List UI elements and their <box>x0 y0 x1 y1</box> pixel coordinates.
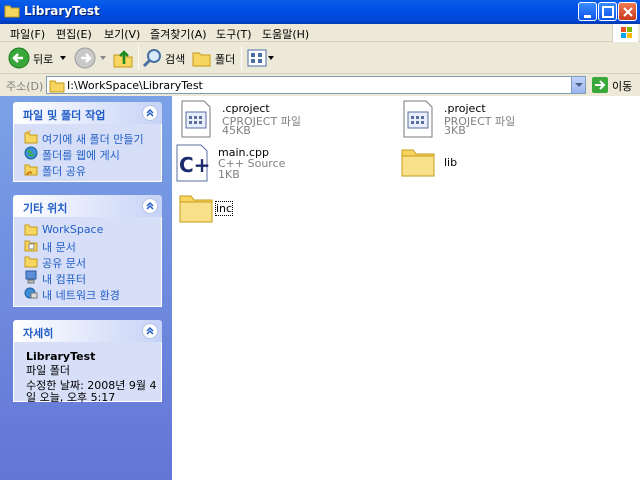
forward-button[interactable] <box>74 47 108 69</box>
generic-file-icon <box>403 100 433 138</box>
globe-icon <box>24 146 38 160</box>
go-arrow-icon <box>592 77 608 93</box>
network-icon <box>24 287 38 299</box>
computer-icon <box>25 270 37 284</box>
chevron-down-icon <box>268 56 274 60</box>
details-header[interactable]: 자세히 <box>13 320 162 342</box>
menu-edit[interactable]: 편집(E) <box>56 26 92 42</box>
detail-type: 파일 폴더 <box>26 364 70 377</box>
other-places-header[interactable]: 기타 위치 <box>13 195 162 217</box>
file-folder-tasks-header[interactable]: 파일 및 폴더 작업 <box>13 102 162 124</box>
file-list: .cproject CPROJECT 파일 45KB .project PROJ… <box>172 96 640 480</box>
file-item-cproject[interactable]: .cproject CPROJECT 파일 45KB <box>178 100 348 140</box>
search-button[interactable]: 검색 <box>142 47 186 69</box>
views-button[interactable] <box>247 47 275 69</box>
svg-text:C+: C+ <box>179 153 210 177</box>
folder-icon <box>4 5 20 18</box>
collapse-chevron-icon <box>146 201 154 210</box>
views-icon <box>247 49 267 67</box>
cpp-source-icon: C+ <box>176 144 210 182</box>
file-item-main-cpp[interactable]: C+ main.cpp C++ Source 1KB <box>174 144 344 184</box>
folder-icon <box>24 224 38 236</box>
toolbar-separator <box>138 46 139 70</box>
share-folder-icon <box>24 164 38 176</box>
menu-help[interactable]: 도움말(H) <box>262 26 309 42</box>
folder-icon <box>179 195 213 223</box>
collapse-chevron-icon <box>146 326 154 335</box>
menu-tools[interactable]: 도구(T) <box>216 26 252 42</box>
toolbar-separator <box>241 46 242 70</box>
search-icon <box>142 49 161 68</box>
collapse-button[interactable] <box>142 105 158 121</box>
minimize-button[interactable] <box>578 2 597 21</box>
folder-item-lib[interactable]: lib <box>400 144 570 184</box>
explorer-window: LibraryTest 파일(F) 편집(E) 보기(V) 즐겨찾기(A) 도구… <box>0 0 640 480</box>
menu-bar: 파일(F) 편집(E) 보기(V) 즐겨찾기(A) 도구(T) 도움말(H) <box>0 24 640 42</box>
task-pane: 파일 및 폴더 작업 여기에 새 폴더 만들기 폴더를 웹에 게시 폴더 공유 <box>0 96 172 480</box>
shared-folder-icon <box>24 256 38 268</box>
minimize-icon <box>584 15 591 18</box>
other-places-panel: 기타 위치 WorkSpace 내 문서 공유 문서 내 컴퓨터 내 네트워크 … <box>13 195 162 307</box>
address-bar: 주소(D) I:\WorkSpace\LibraryTest 이동 <box>0 74 640 96</box>
chevron-down-icon <box>575 83 583 87</box>
collapse-button[interactable] <box>142 323 158 339</box>
forward-arrow-icon <box>74 47 96 69</box>
go-button[interactable]: 이동 <box>592 77 636 93</box>
folder-icon <box>401 149 435 177</box>
toolbar: 뒤로 검색 폴더 <box>0 42 640 74</box>
new-folder-icon <box>24 130 38 144</box>
address-dropdown-button[interactable] <box>571 77 585 93</box>
file-item-project[interactable]: .project PROJECT 파일 3KB <box>400 100 570 140</box>
my-documents-icon <box>24 240 38 252</box>
back-arrow-icon <box>8 47 30 69</box>
folder-item-inc[interactable]: inc <box>178 190 348 230</box>
folders-button[interactable]: 폴더 <box>192 47 238 69</box>
generic-file-icon <box>181 100 211 138</box>
windows-logo-icon <box>612 24 638 42</box>
close-button[interactable] <box>618 2 637 21</box>
back-button[interactable]: 뒤로 <box>8 47 70 69</box>
collapse-button[interactable] <box>142 198 158 214</box>
up-folder-button[interactable] <box>112 47 136 69</box>
up-folder-icon <box>113 50 133 68</box>
chevron-down-icon <box>100 56 106 60</box>
maximize-icon <box>602 6 614 18</box>
menu-favorites[interactable]: 즐겨찾기(A) <box>150 26 207 42</box>
address-input[interactable]: I:\WorkSpace\LibraryTest <box>46 76 586 94</box>
collapse-chevron-icon <box>146 108 154 117</box>
folders-icon <box>192 52 211 67</box>
maximize-button[interactable] <box>598 2 617 21</box>
menu-file[interactable]: 파일(F) <box>10 26 45 42</box>
folder-icon <box>49 80 65 93</box>
window-title: LibraryTest <box>24 4 100 18</box>
address-label: 주소(D) <box>6 80 44 93</box>
close-icon <box>623 7 633 17</box>
chevron-down-icon <box>60 56 66 60</box>
menu-view[interactable]: 보기(V) <box>104 26 140 42</box>
details-panel: 자세히 LibraryTest 파일 폴더 수정한 날짜: 2008년 9월 4… <box>13 320 162 404</box>
detail-modified: 수정한 날짜: 2008년 9월 4일 오늘, 오후 5:17 <box>26 379 157 404</box>
file-folder-tasks-panel: 파일 및 폴더 작업 여기에 새 폴더 만들기 폴더를 웹에 게시 폴더 공유 <box>13 102 162 182</box>
title-bar[interactable]: LibraryTest <box>0 0 640 24</box>
